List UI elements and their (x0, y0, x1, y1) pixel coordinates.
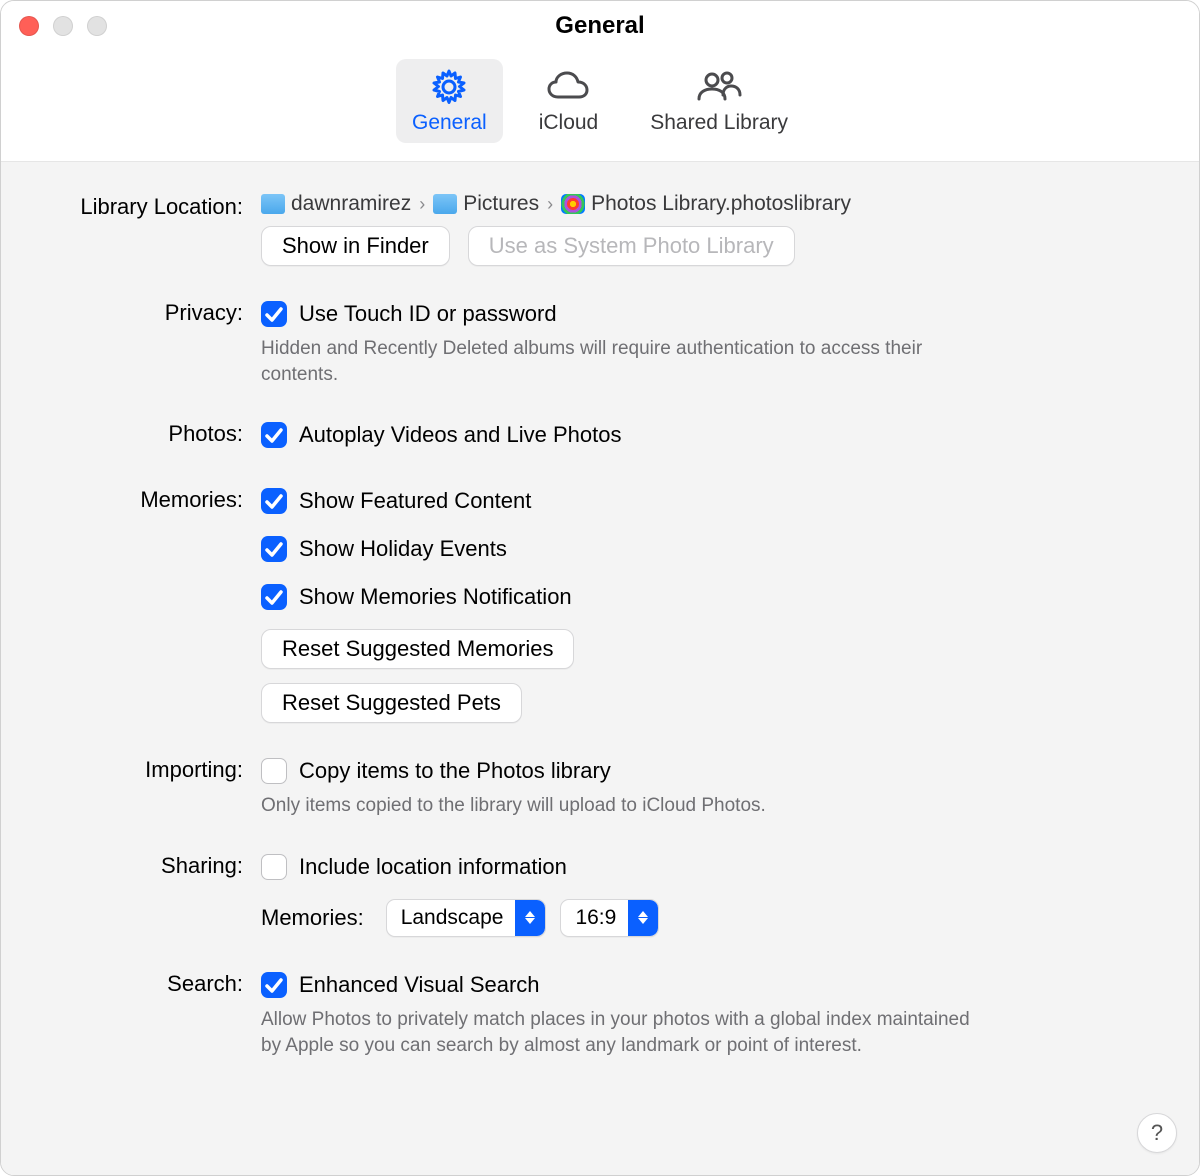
include-location-checkbox[interactable] (261, 854, 287, 880)
tab-icloud[interactable]: iCloud (523, 59, 615, 143)
orientation-value: Landscape (387, 906, 516, 930)
search-label: Search: (31, 967, 261, 997)
use-as-system-library-button: Use as System Photo Library (468, 226, 795, 266)
touchid-checkbox[interactable] (261, 301, 287, 327)
tab-label: General (412, 111, 487, 135)
show-in-finder-button[interactable]: Show in Finder (261, 226, 450, 266)
photos-label: Photos: (31, 417, 261, 447)
help-icon: ? (1151, 1120, 1163, 1146)
featured-content-checkbox[interactable] (261, 488, 287, 514)
reset-suggested-pets-button[interactable]: Reset Suggested Pets (261, 683, 522, 723)
preferences-toolbar: General iCloud Shar (1, 51, 1199, 162)
row-importing: Importing: Copy items to the Photos libr… (31, 753, 1139, 819)
breadcrumb-segment[interactable]: Photos Library.photoslibrary (591, 192, 851, 216)
row-privacy: Privacy: Use Touch ID or password Hidden… (31, 296, 1139, 387)
people-icon (693, 65, 745, 109)
memories-notification-checkbox[interactable] (261, 584, 287, 610)
privacy-label: Privacy: (31, 296, 261, 326)
titlebar: General (1, 1, 1199, 51)
traffic-lights (19, 16, 107, 36)
chevron-right-icon: › (417, 194, 427, 215)
orientation-select[interactable]: Landscape (386, 899, 547, 937)
help-button[interactable]: ? (1137, 1113, 1177, 1153)
copy-items-label: Copy items to the Photos library (299, 758, 611, 784)
row-search: Search: Enhanced Visual Search Allow Pho… (31, 967, 1139, 1058)
search-description: Allow Photos to privately match places i… (261, 1007, 981, 1058)
cloud-icon (544, 65, 592, 109)
close-window-button[interactable] (19, 16, 39, 36)
chevron-right-icon: › (545, 194, 555, 215)
reset-suggested-memories-button[interactable]: Reset Suggested Memories (261, 629, 574, 669)
aspect-ratio-select[interactable]: 16:9 (560, 899, 659, 937)
row-photos: Photos: Autoplay Videos and Live Photos (31, 417, 1139, 453)
importing-description: Only items copied to the library will up… (261, 793, 981, 819)
row-memories: Memories: Show Featured Content Show Hol… (31, 483, 1139, 723)
stepper-icon (628, 900, 658, 936)
general-pane: Library Location: dawnramirez › Pictures… (1, 162, 1199, 1175)
holiday-events-label: Show Holiday Events (299, 536, 507, 562)
folder-icon (433, 194, 457, 214)
library-location-label: Library Location: (31, 190, 261, 220)
row-library-location: Library Location: dawnramirez › Pictures… (31, 190, 1139, 266)
photos-library-icon (561, 194, 585, 214)
minimize-window-button[interactable] (53, 16, 73, 36)
row-sharing: Sharing: Include location information Me… (31, 849, 1139, 937)
tab-shared-library[interactable]: Shared Library (634, 59, 804, 143)
tab-general[interactable]: General (396, 59, 503, 143)
memories-label: Memories: (31, 483, 261, 513)
touchid-label: Use Touch ID or password (299, 301, 557, 327)
home-folder-icon (261, 194, 285, 214)
enhanced-visual-search-label: Enhanced Visual Search (299, 972, 540, 998)
memories-notification-label: Show Memories Notification (299, 584, 572, 610)
importing-label: Importing: (31, 753, 261, 783)
privacy-description: Hidden and Recently Deleted albums will … (261, 336, 981, 387)
sharing-label: Sharing: (31, 849, 261, 879)
featured-content-label: Show Featured Content (299, 488, 531, 514)
breadcrumb-segment[interactable]: Pictures (463, 192, 539, 216)
tab-label: iCloud (539, 111, 599, 135)
enhanced-visual-search-checkbox[interactable] (261, 972, 287, 998)
preferences-window: General General iCloud (0, 0, 1200, 1176)
zoom-window-button[interactable] (87, 16, 107, 36)
include-location-label: Include location information (299, 854, 567, 880)
gear-icon (429, 65, 469, 109)
copy-items-checkbox[interactable] (261, 758, 287, 784)
sharing-memories-label: Memories: (261, 905, 364, 931)
tab-label: Shared Library (650, 111, 788, 135)
holiday-events-checkbox[interactable] (261, 536, 287, 562)
library-path-breadcrumb: dawnramirez › Pictures › Photos Library.… (261, 192, 1139, 216)
autoplay-checkbox[interactable] (261, 422, 287, 448)
stepper-icon (515, 900, 545, 936)
autoplay-label: Autoplay Videos and Live Photos (299, 422, 622, 448)
window-title: General (555, 12, 644, 40)
aspect-ratio-value: 16:9 (561, 906, 628, 930)
breadcrumb-segment[interactable]: dawnramirez (291, 192, 411, 216)
